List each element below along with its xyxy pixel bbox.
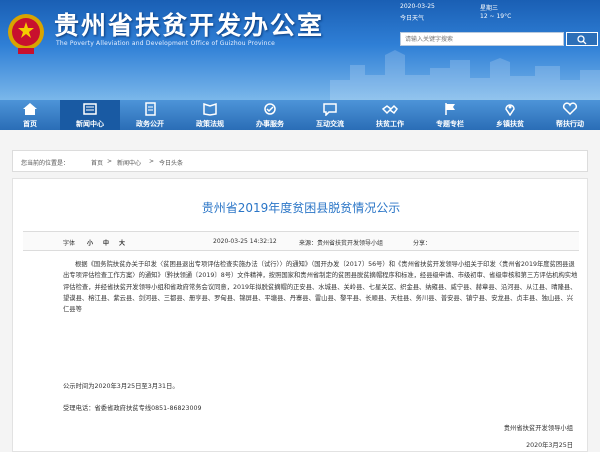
nav-label: 政务公开 (136, 120, 164, 128)
font-large-button[interactable]: 大 (119, 238, 125, 247)
breadcrumb-current: 今日头条 (159, 160, 184, 167)
site-header: 贵州省扶贫开发办公室 The Poverty Alleviation and D… (0, 0, 600, 100)
flag-icon (445, 103, 455, 115)
national-emblem-icon (8, 14, 44, 54)
main-nav: 首页 新闻中心 政务公开 政策法规 办事服务 互动交流 扶贫工作 专题专栏 乡镇… (0, 100, 600, 130)
home-icon (23, 103, 37, 115)
nav-item-topics[interactable]: 专题专栏 (420, 100, 480, 130)
article-paragraph: 公示时间为2020年3月25日至3月31日。 (63, 383, 179, 390)
nav-label: 政策法规 (196, 120, 224, 128)
handshake-icon (382, 104, 398, 115)
font-small-button[interactable]: 小 (87, 238, 93, 247)
breadcrumb-separator: > (107, 158, 113, 165)
nav-label: 办事服务 (256, 120, 284, 128)
nav-item-poverty-work[interactable]: 扶贫工作 (360, 100, 420, 130)
search-icon (577, 35, 587, 45)
book-icon (203, 102, 217, 116)
nav-item-home[interactable]: 首页 (0, 100, 60, 130)
chat-icon (323, 103, 337, 116)
weather-value: 12 ~ 19°C (480, 13, 512, 20)
article-meta-bar: 字体 小 中 大 2020-03-25 14:32:12 来源：贵州省扶贫开发领… (23, 231, 579, 251)
font-medium-button[interactable]: 中 (103, 238, 109, 247)
nav-label: 乡镇扶贫 (496, 120, 524, 128)
nav-item-policy[interactable]: 政策法规 (180, 100, 240, 130)
nav-item-townships[interactable]: 乡镇扶贫 (480, 100, 540, 130)
article-paragraph: 根据《国务院扶贫办关于印发〈贫困县退出专项评估检查实施办法（试行）〉的通知》（国… (63, 261, 578, 314)
nav-item-gov-affairs[interactable]: 政务公开 (120, 100, 180, 130)
document-icon (145, 102, 156, 116)
source-text: 来源：贵州省扶贫开发领导小组 (299, 240, 384, 247)
nav-item-interaction[interactable]: 互动交流 (300, 100, 360, 130)
service-icon (264, 103, 276, 115)
weekday-text: 星期三 (480, 5, 499, 12)
nav-item-news[interactable]: 新闻中心 (60, 100, 120, 130)
nav-label: 专题专栏 (436, 120, 464, 128)
article-panel: 贵州省2019年度贫困县脱贫情况公示 字体 小 中 大 2020-03-25 1… (12, 178, 588, 452)
article-paragraph: 受理电话：省委省政府扶贫专线0851-86823009 (63, 405, 202, 412)
nav-item-assistance[interactable]: 帮扶行动 (540, 100, 600, 130)
breadcrumb-home-link[interactable]: 首页 (91, 158, 103, 167)
weather-label: 今日天气 (400, 15, 425, 22)
breadcrumb-separator: > (149, 158, 155, 165)
heart-icon (562, 102, 578, 116)
article-title: 贵州省2019年度贫困县脱贫情况公示 (201, 201, 401, 215)
signing-organization: 贵州省扶贫开发领导小组 (503, 425, 573, 432)
breadcrumb: 您当前的位置是： 首页 > 新闻中心 > 今日头条 (12, 150, 588, 172)
nav-label: 互动交流 (316, 120, 344, 128)
nav-item-services[interactable]: 办事服务 (240, 100, 300, 130)
signing-date: 2020年3月25日 (526, 442, 573, 449)
search-input[interactable]: 请输入关键字搜索 (400, 32, 564, 46)
nav-label: 扶贫工作 (376, 120, 404, 128)
newspaper-icon (83, 103, 97, 115)
header-tools: 2020-03-25 星期三 今日天气 12 ~ 19°C 请输入关键字搜索 (400, 0, 600, 62)
publish-time: 2020-03-25 14:32:12 (213, 238, 277, 245)
date-text: 2020-03-25 (400, 3, 435, 10)
location-icon (505, 104, 515, 116)
share-label: 分享： (413, 240, 432, 247)
nav-label: 帮扶行动 (556, 120, 584, 128)
site-subtitle: The Poverty Alleviation and Development … (56, 40, 275, 47)
nav-label: 首页 (23, 120, 37, 128)
search-button[interactable] (566, 32, 598, 46)
nav-label: 新闻中心 (76, 120, 104, 128)
weather-row: 今日天气 12 ~ 19°C (400, 13, 600, 23)
site-title: 贵州省扶贫开发办公室 (54, 11, 325, 40)
date-row: 2020-03-25 星期三 (400, 3, 600, 13)
breadcrumb-prefix: 您当前的位置是： (21, 160, 70, 167)
breadcrumb-section-link[interactable]: 新闻中心 (117, 158, 141, 167)
font-size-label: 字体 (63, 240, 76, 247)
